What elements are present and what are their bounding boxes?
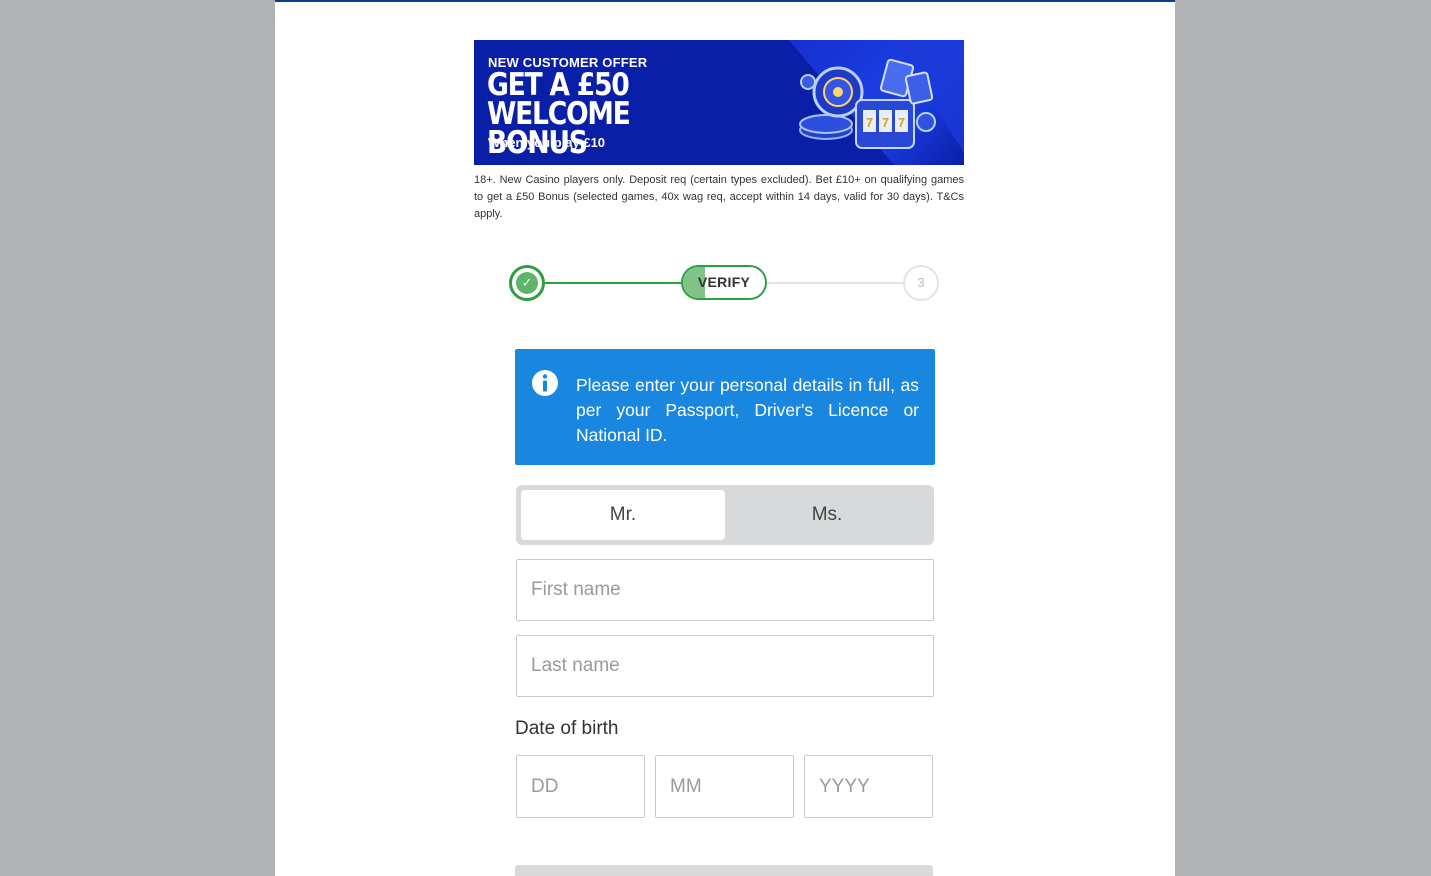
check-icon: ✓: [516, 272, 538, 294]
info-icon: [532, 370, 558, 396]
dob-month-input[interactable]: [655, 755, 794, 818]
step-2-label: VERIFY: [697, 274, 751, 290]
stepper-line-pending: [767, 282, 907, 284]
step-1-complete: ✓: [509, 265, 545, 301]
registration-page: NEW CUSTOMER OFFER GET A £50 WELCOME BON…: [275, 0, 1175, 876]
dob-day-input[interactable]: [516, 755, 645, 818]
step-2-current: VERIFY: [681, 265, 767, 300]
svg-text:7: 7: [882, 115, 889, 130]
top-accent-bar: [275, 0, 1175, 2]
svg-text:7: 7: [866, 115, 873, 130]
registration-stepper: ✓ VERIFY 3: [509, 265, 939, 301]
info-text: Please enter your personal details in fu…: [576, 375, 919, 445]
info-notice: Please enter your personal details in fu…: [515, 349, 935, 465]
stepper-line-complete: [545, 282, 685, 284]
date-of-birth-label: Date of birth: [515, 718, 619, 739]
title-option-ms[interactable]: Ms.: [725, 490, 929, 540]
banner-subline: When you play £10: [488, 135, 606, 150]
first-name-input[interactable]: [516, 559, 934, 621]
dob-year-input[interactable]: [804, 755, 933, 818]
svg-text:7: 7: [898, 115, 905, 130]
title-toggle: Mr. Ms.: [516, 485, 934, 545]
title-option-mr[interactable]: Mr.: [521, 490, 725, 540]
step-3-pending: 3: [903, 265, 939, 301]
casino-slot-illustration: 7 7 7: [799, 58, 936, 149]
last-name-input[interactable]: [516, 635, 934, 697]
continue-button[interactable]: [515, 865, 933, 876]
promo-banner[interactable]: NEW CUSTOMER OFFER GET A £50 WELCOME BON…: [474, 40, 964, 165]
promo-disclaimer: 18+. New Casino players only. Deposit re…: [474, 174, 964, 220]
